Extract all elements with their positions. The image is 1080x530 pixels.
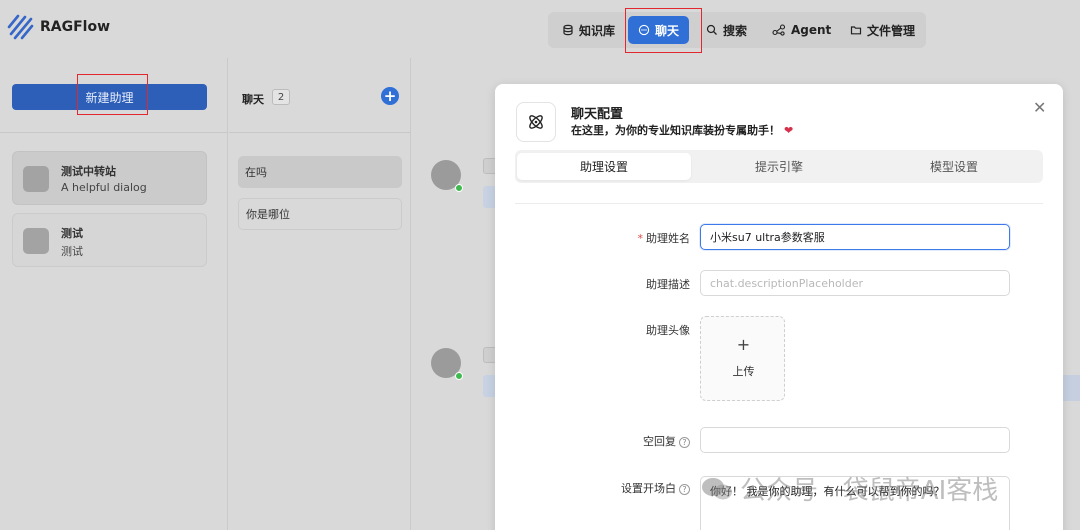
assistant-avatar-label: 助理头像 [646,324,690,337]
assistant-description-label: 助理描述 [646,278,690,291]
chat-list-item[interactable]: 你是哪位 [238,198,402,230]
chat-config-modal: 聊天配置 在这里，为你的专业知识库装扮专属助手！ ❤ ✕ 助理设置 提示引擎 模型… [495,84,1063,530]
close-icon[interactable]: ✕ [1033,98,1046,117]
chat-list-item[interactable]: 在吗 [238,156,402,188]
empty-reply-label: 空回复? [540,433,690,449]
highlight-box-new-assistant [77,74,148,115]
tab-prompt-engine[interactable]: 提示引擎 [692,153,866,180]
app-name: RAGFlow [40,19,111,35]
nav-item-file-management[interactable]: 文件管理 [850,16,915,44]
nav-item-agent[interactable]: Agent [772,16,831,44]
tab-model-settings[interactable]: 模型设置 [867,153,1041,180]
modal-subtitle-row: 在这里，为你的专业知识库装扮专属助手！ ❤ [571,122,793,138]
wechat-icon [702,477,732,499]
modal-divider [515,203,1043,204]
assistant-name-label: * 助理姓名 [540,230,691,246]
assistant-name-label-text: 助理姓名 [646,232,690,245]
highlight-box-chat-nav [625,8,702,53]
plus-icon: + [736,335,751,354]
main-nav: 知识库 聊天 搜索 Agent 文件管理 [548,12,926,48]
help-icon[interactable]: ? [679,436,690,448]
database-icon [563,24,573,36]
assistant-description: A helpful dialog [61,181,147,194]
ragflow-logo-icon[interactable] [6,12,34,40]
tab-assistant-settings[interactable]: 助理设置 [517,153,691,180]
search-icon [706,24,717,35]
assistant-avatar [23,166,49,192]
online-status-dot [455,184,463,192]
assistant-description: 测试 [61,245,83,258]
opener-label-text: 设置开场白 [621,482,676,495]
description-placeholder: chat.descriptionPlaceholder [710,276,864,290]
assistant-sidebar: 新建助理 测试中转站 A helpful dialog 测试 测试 [0,58,228,530]
nav-item-knowledge-base[interactable]: 知识库 [562,16,615,44]
modal-subtitle: 在这里，为你的专业知识库装扮专属助手！ [571,124,780,137]
folder-icon [850,26,862,35]
avatar-upload-button[interactable]: + 上传 [700,316,785,401]
assistant-name-input[interactable]: 小米su7 ultra参数客服 [700,224,1010,250]
assistant-name: 测试 [61,227,83,240]
atom-icon [529,115,543,129]
add-chat-icon[interactable]: + [381,87,399,105]
nav-label: 文件管理 [867,23,916,38]
nav-label: Agent [791,23,832,37]
assistant-description-input[interactable]: chat.descriptionPlaceholder [700,270,1010,296]
help-icon[interactable]: ? [679,483,690,495]
agent-graph-icon [772,24,786,36]
empty-reply-label-text: 空回复 [643,435,676,448]
assistant-avatar [23,228,49,254]
required-marker: * [637,232,644,245]
watermark-text: 公众号 · 袋鼠帝AI客栈 [740,476,999,506]
chat-count-badge: 2 [272,89,290,105]
opener-label: 设置开场白? [540,480,690,496]
top-header: RAGFlow 知识库 聊天 搜索 Agent 文件管理 [0,0,1080,58]
assistant-card[interactable]: 测试中转站 A helpful dialog [12,151,207,205]
online-status-dot [455,372,463,380]
chat-list-divider [229,132,411,133]
empty-reply-input[interactable] [700,427,1010,453]
watermark: 公众号 · 袋鼠帝AI客栈 [700,470,998,507]
message-bubble-fragment [1062,375,1080,401]
modal-icon-box [516,102,556,142]
chat-list-title: 聊天 [242,93,264,106]
nav-label: 知识库 [579,23,616,38]
chat-list-panel: 聊天 2 + 在吗 你是哪位 [229,58,411,530]
heart-icon: ❤ [784,124,794,137]
sidebar-divider [0,132,228,133]
assistant-name: 测试中转站 [61,165,116,178]
upload-label: 上传 [732,365,755,378]
nav-item-search[interactable]: 搜索 [706,16,747,44]
config-tabs: 助理设置 提示引擎 模型设置 [515,150,1043,183]
nav-label: 搜索 [723,23,748,38]
assistant-card[interactable]: 测试 测试 [12,213,207,267]
modal-title: 聊天配置 [571,107,624,122]
